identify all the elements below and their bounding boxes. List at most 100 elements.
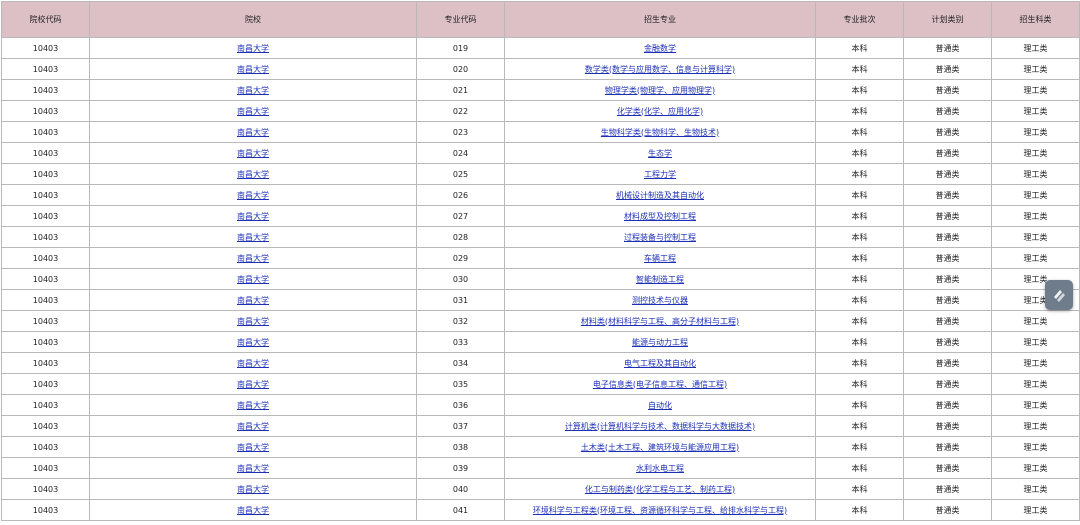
major-link[interactable]: 物理学类(物理学、应用物理学) — [605, 86, 715, 95]
major-link[interactable]: 环境科学与工程类(环境工程、资源循环科学与工程、给排水科学与工程) — [533, 506, 787, 515]
floating-tool-button[interactable] — [1045, 280, 1073, 310]
major-link[interactable]: 化工与制药类(化学工程与工艺、制药工程) — [585, 485, 735, 494]
school-link[interactable]: 南昌大学 — [237, 506, 269, 515]
school-link[interactable]: 南昌大学 — [237, 44, 269, 53]
subject-type-cell: 理工类 — [991, 415, 1080, 437]
major-link[interactable]: 过程装备与控制工程 — [624, 233, 696, 242]
table-row: 10403 南昌大学 033 能源与动力工程 本科 普通类 理工类 — [1, 331, 1080, 353]
major-code-cell: 037 — [416, 415, 505, 437]
school-link[interactable]: 南昌大学 — [237, 317, 269, 326]
school-link[interactable]: 南昌大学 — [237, 65, 269, 74]
plan-type-cell: 普通类 — [903, 289, 992, 311]
school-link[interactable]: 南昌大学 — [237, 359, 269, 368]
major-code-cell: 027 — [416, 205, 505, 227]
plan-type-cell: 普通类 — [903, 268, 992, 290]
school-link[interactable]: 南昌大学 — [237, 86, 269, 95]
major-link[interactable]: 材料成型及控制工程 — [624, 212, 696, 221]
school-code-cell: 10403 — [1, 268, 90, 290]
header-col-school-code: 院校代码 — [1, 1, 90, 38]
subject-type-cell: 理工类 — [991, 121, 1080, 143]
subject-type-cell: 理工类 — [991, 436, 1080, 458]
plan-type-cell: 普通类 — [903, 226, 992, 248]
table-row: 10403 南昌大学 028 过程装备与控制工程 本科 普通类 理工类 — [1, 226, 1080, 248]
school-cell: 南昌大学 — [89, 79, 417, 101]
table-row: 10403 南昌大学 032 材料类(材料科学与工程、高分子材料与工程) 本科 普通类 理工… — [1, 310, 1080, 332]
major-link[interactable]: 工程力学 — [644, 170, 676, 179]
school-link[interactable]: 南昌大学 — [237, 128, 269, 137]
major-cell: 计算机类(计算机科学与技术、数据科学与大数据技术) — [504, 415, 816, 437]
major-cell: 化学类(化学、应用化学) — [504, 100, 816, 122]
school-link[interactable]: 南昌大学 — [237, 275, 269, 284]
table-row: 10403 南昌大学 029 车辆工程 本科 普通类 理工类 — [1, 247, 1080, 269]
batch-cell: 本科 — [815, 226, 904, 248]
major-link[interactable]: 自动化 — [648, 401, 672, 410]
school-link[interactable]: 南昌大学 — [237, 485, 269, 494]
school-cell: 南昌大学 — [89, 268, 417, 290]
major-link[interactable]: 电子信息类(电子信息工程、通信工程) — [593, 380, 727, 389]
batch-cell: 本科 — [815, 121, 904, 143]
major-link[interactable]: 电气工程及其自动化 — [624, 359, 696, 368]
table-row: 10403 南昌大学 041 环境科学与工程类(环境工程、资源循环科学与工程、给排水科… — [1, 499, 1080, 521]
plan-type-cell: 普通类 — [903, 394, 992, 416]
subject-type-cell: 理工类 — [991, 205, 1080, 227]
school-code-cell: 10403 — [1, 100, 90, 122]
school-cell: 南昌大学 — [89, 163, 417, 185]
major-link[interactable]: 水利水电工程 — [636, 464, 684, 473]
major-link[interactable]: 机械设计制造及其自动化 — [616, 191, 704, 200]
major-cell: 物理学类(物理学、应用物理学) — [504, 79, 816, 101]
school-code-cell: 10403 — [1, 289, 90, 311]
school-link[interactable]: 南昌大学 — [237, 443, 269, 452]
plan-type-cell: 普通类 — [903, 58, 992, 80]
major-link[interactable]: 生物科学类(生物科学、生物技术) — [601, 128, 719, 137]
school-link[interactable]: 南昌大学 — [237, 254, 269, 263]
major-link[interactable]: 智能制造工程 — [636, 275, 684, 284]
table-row: 10403 南昌大学 031 测控技术与仪器 本科 普通类 理工类 — [1, 289, 1080, 311]
school-link[interactable]: 南昌大学 — [237, 338, 269, 347]
school-code-cell: 10403 — [1, 415, 90, 437]
school-link[interactable]: 南昌大学 — [237, 464, 269, 473]
major-link[interactable]: 金融数学 — [644, 44, 676, 53]
batch-cell: 本科 — [815, 37, 904, 59]
school-link[interactable]: 南昌大学 — [237, 380, 269, 389]
school-code-cell: 10403 — [1, 37, 90, 59]
batch-cell: 本科 — [815, 331, 904, 353]
table-body: 10403 南昌大学 019 金融数学 本科 普通类 理工类 10403 南昌大学 020 数学类(… — [1, 37, 1080, 521]
batch-cell: 本科 — [815, 457, 904, 479]
major-code-cell: 036 — [416, 394, 505, 416]
batch-cell: 本科 — [815, 142, 904, 164]
school-link[interactable]: 南昌大学 — [237, 191, 269, 200]
major-link[interactable]: 材料类(材料科学与工程、高分子材料与工程) — [581, 317, 739, 326]
major-link[interactable]: 能源与动力工程 — [632, 338, 688, 347]
major-link[interactable]: 生态学 — [648, 149, 672, 158]
school-code-cell: 10403 — [1, 373, 90, 395]
table-row: 10403 南昌大学 026 机械设计制造及其自动化 本科 普通类 理工类 — [1, 184, 1080, 206]
major-link[interactable]: 土木类(土木工程、建筑环境与能源应用工程) — [581, 443, 739, 452]
major-link[interactable]: 化学类(化学、应用化学) — [617, 107, 703, 116]
school-link[interactable]: 南昌大学 — [237, 212, 269, 221]
school-link[interactable]: 南昌大学 — [237, 401, 269, 410]
table-row: 10403 南昌大学 021 物理学类(物理学、应用物理学) 本科 普通类 理工类 — [1, 79, 1080, 101]
table-row: 10403 南昌大学 023 生物科学类(生物科学、生物技术) 本科 普通类 理工类 — [1, 121, 1080, 143]
plan-type-cell: 普通类 — [903, 331, 992, 353]
school-link[interactable]: 南昌大学 — [237, 296, 269, 305]
school-link[interactable]: 南昌大学 — [237, 233, 269, 242]
school-link[interactable]: 南昌大学 — [237, 107, 269, 116]
major-link[interactable]: 数学类(数学与应用数学、信息与计算科学) — [585, 65, 735, 74]
header-col-subject-type: 招生科类 — [991, 1, 1080, 38]
school-cell: 南昌大学 — [89, 205, 417, 227]
school-cell: 南昌大学 — [89, 436, 417, 458]
school-link[interactable]: 南昌大学 — [237, 422, 269, 431]
subject-type-cell: 理工类 — [991, 310, 1080, 332]
table-row: 10403 南昌大学 020 数学类(数学与应用数学、信息与计算科学) 本科 普通类 理工类 — [1, 58, 1080, 80]
plan-type-cell: 普通类 — [903, 184, 992, 206]
batch-cell: 本科 — [815, 310, 904, 332]
major-link[interactable]: 计算机类(计算机科学与技术、数据科学与大数据技术) — [565, 422, 755, 431]
major-link[interactable]: 车辆工程 — [644, 254, 676, 263]
school-link[interactable]: 南昌大学 — [237, 170, 269, 179]
major-link[interactable]: 测控技术与仪器 — [632, 296, 688, 305]
school-link[interactable]: 南昌大学 — [237, 149, 269, 158]
plan-type-cell: 普通类 — [903, 100, 992, 122]
table-row: 10403 南昌大学 038 土木类(土木工程、建筑环境与能源应用工程) 本科 普通类 理工… — [1, 436, 1080, 458]
plan-type-cell: 普通类 — [903, 79, 992, 101]
plan-type-cell: 普通类 — [903, 121, 992, 143]
